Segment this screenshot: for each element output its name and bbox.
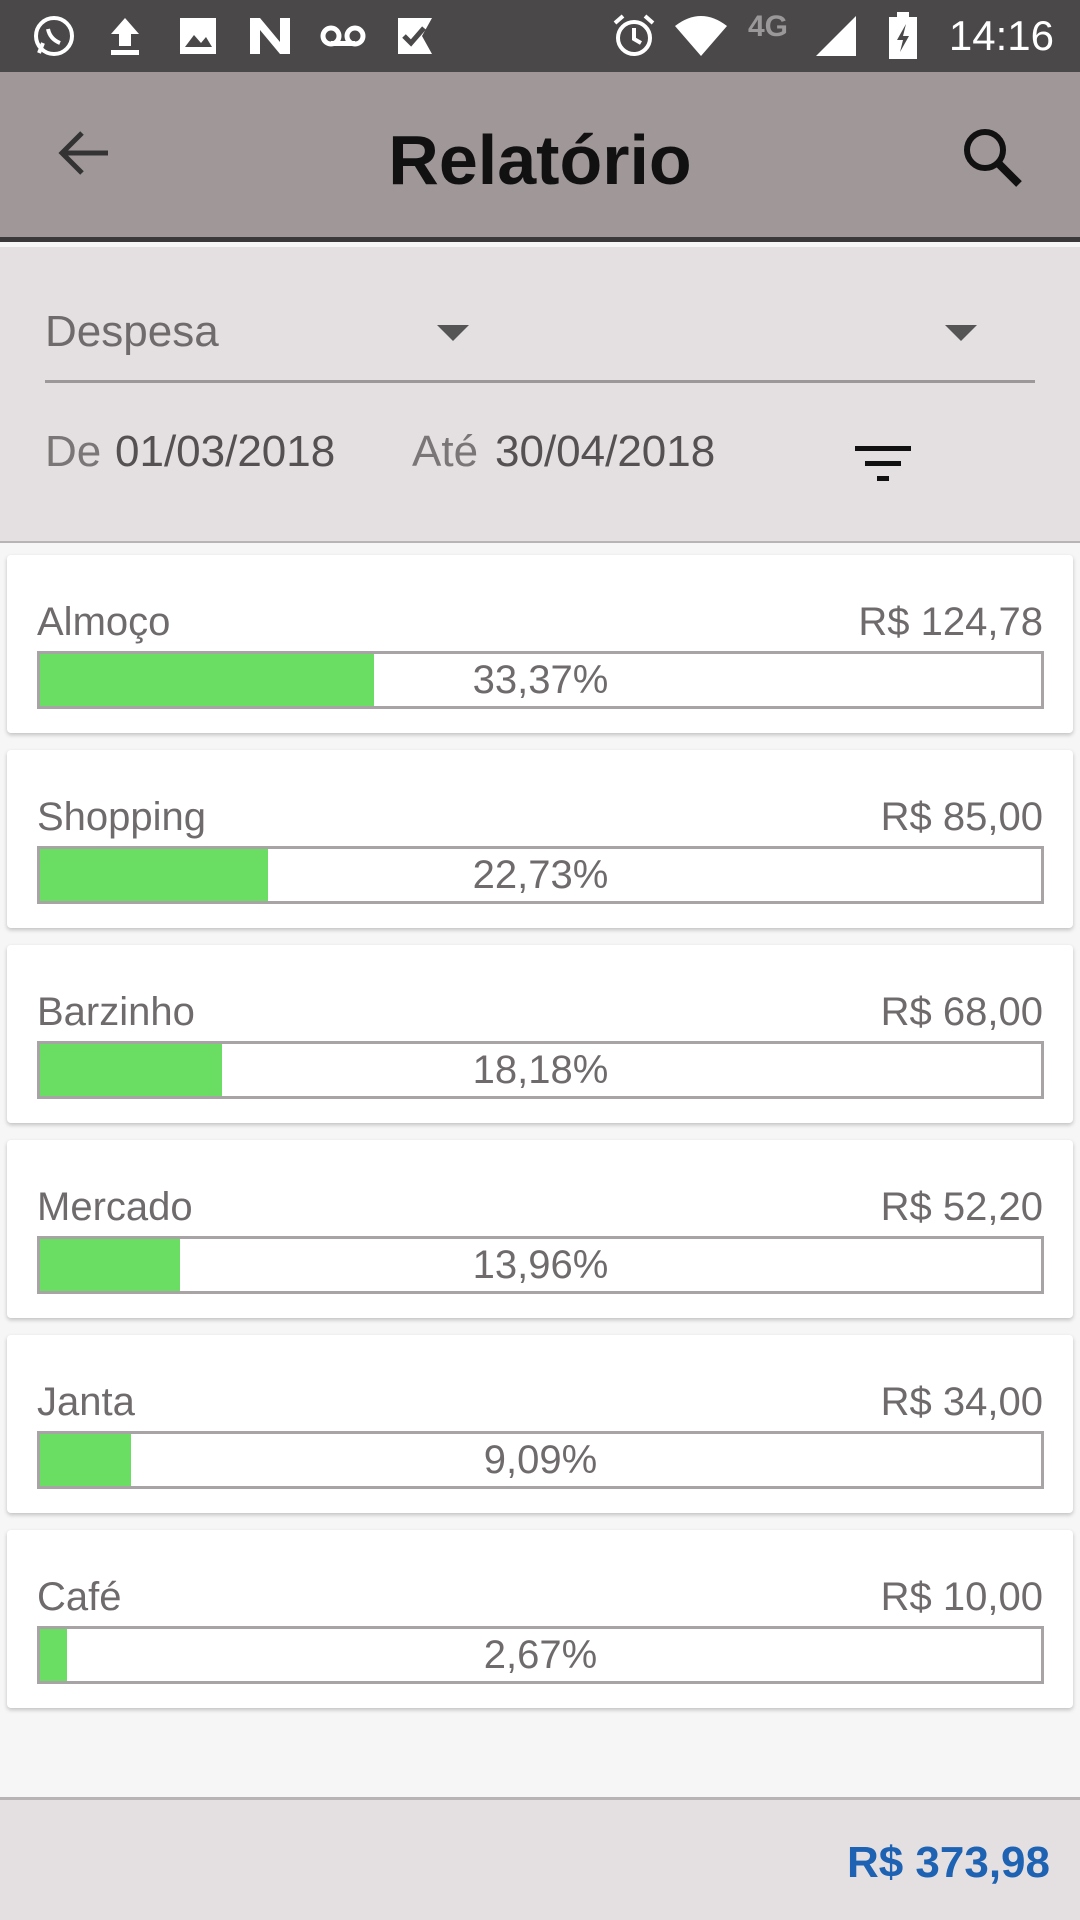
signal-icon xyxy=(812,14,860,58)
wifi-icon xyxy=(672,14,730,58)
type-dropdown-value[interactable]: Despesa xyxy=(45,307,219,357)
list-item[interactable]: Mercado R$ 52,20 13,96% xyxy=(7,1140,1073,1318)
progress-percent: 13,96% xyxy=(472,1243,609,1287)
category-amount: R$ 10,00 xyxy=(880,1575,1043,1619)
page-title: Relatório xyxy=(388,121,692,199)
progress-percent: 18,18% xyxy=(472,1048,609,1092)
progress-bar: 22,73% xyxy=(37,846,1044,904)
progress-percent: 9,09% xyxy=(483,1438,598,1482)
search-icon[interactable] xyxy=(952,117,1032,197)
clock: 14:16 xyxy=(948,12,1054,59)
total-footer: R$ 373,98 xyxy=(0,1797,1080,1920)
category-name: Mercado xyxy=(37,1185,193,1229)
category-amount: R$ 85,00 xyxy=(880,795,1043,839)
list-item[interactable]: Almoço R$ 124,78 33,37% xyxy=(7,555,1073,733)
voicemail-icon xyxy=(318,14,368,58)
category-name: Almoço xyxy=(37,600,171,644)
category-dropdown-arrow-icon[interactable] xyxy=(945,325,977,341)
progress-percent: 33,37% xyxy=(472,658,609,702)
to-date[interactable]: 30/04/2018 xyxy=(495,427,715,477)
filter-panel: Despesa De 01/03/2018 Até 30/04/2018 xyxy=(0,247,1080,543)
category-amount: R$ 124,78 xyxy=(858,600,1043,644)
progress-bar: 9,09% xyxy=(37,1431,1044,1489)
total-amount: R$ 373,98 xyxy=(846,1838,1050,1887)
type-dropdown-arrow-icon[interactable] xyxy=(437,325,469,341)
dropdown-row: Despesa xyxy=(45,287,1035,383)
category-name: Shopping xyxy=(37,795,207,839)
list-item[interactable]: Café R$ 10,00 2,67% xyxy=(7,1530,1073,1708)
from-label: De xyxy=(45,427,102,476)
category-name: Barzinho xyxy=(37,990,195,1034)
category-name: Janta xyxy=(37,1380,135,1424)
report-screen: 4G 14:16 Relatório Despesa De 01/03/2018… xyxy=(0,0,1080,1920)
category-amount: R$ 52,20 xyxy=(880,1185,1043,1229)
progress-bar: 13,96% xyxy=(37,1236,1044,1294)
progress-bar: 18,18% xyxy=(37,1041,1044,1099)
category-amount: R$ 34,00 xyxy=(880,1380,1043,1424)
whatsapp-icon xyxy=(26,14,82,58)
n-icon xyxy=(246,14,294,58)
progress-bar: 2,67% xyxy=(37,1626,1044,1684)
category-amount: R$ 68,00 xyxy=(880,990,1043,1034)
to-label: Até xyxy=(412,427,479,476)
image-icon xyxy=(175,14,221,58)
progress-percent: 2,67% xyxy=(483,1633,598,1677)
progress-bar: 33,37% xyxy=(37,651,1044,709)
list-item[interactable]: Barzinho R$ 68,00 18,18% xyxy=(7,945,1073,1123)
status-bar: 4G 14:16 xyxy=(0,0,1080,72)
filter-list-icon[interactable] xyxy=(855,442,911,486)
list-item[interactable]: Janta R$ 34,00 9,09% xyxy=(7,1335,1073,1513)
upload-icon xyxy=(102,14,148,58)
from-date[interactable]: 01/03/2018 xyxy=(115,427,335,477)
app-bar: Relatório xyxy=(0,72,1080,242)
category-name: Café xyxy=(37,1575,122,1619)
network-type: 4G xyxy=(748,10,789,43)
alarm-icon xyxy=(610,14,658,58)
check-icon xyxy=(392,14,438,58)
battery-icon xyxy=(886,12,920,59)
progress-percent: 22,73% xyxy=(472,853,609,897)
list-item[interactable]: Shopping R$ 85,00 22,73% xyxy=(7,750,1073,928)
